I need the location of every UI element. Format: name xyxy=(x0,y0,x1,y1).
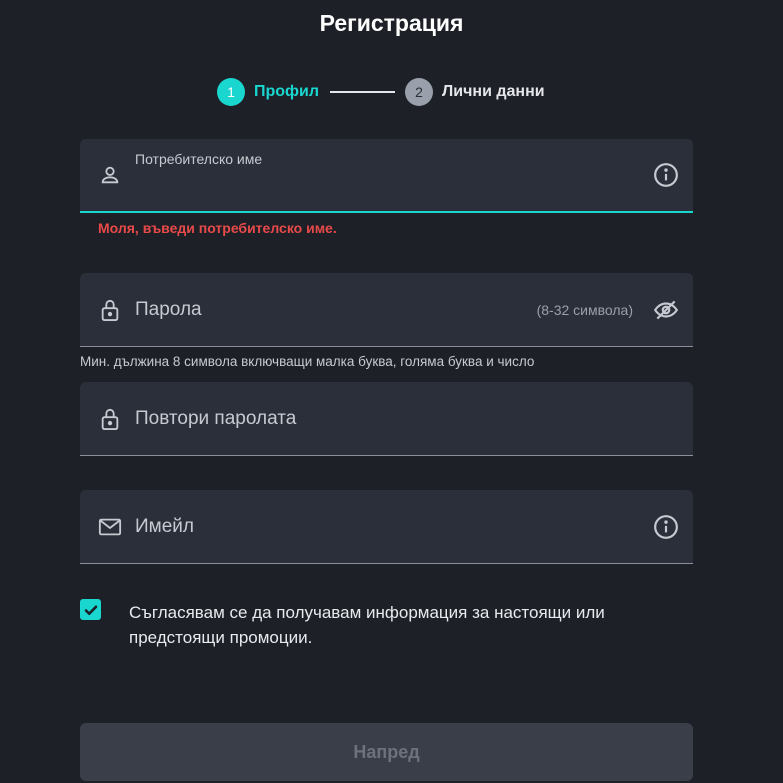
step-2-indicator: 2 xyxy=(405,78,434,106)
info-icon[interactable] xyxy=(653,514,679,540)
username-label: Потребителско име xyxy=(135,151,263,167)
password-helper-text: Мин. дължина 8 символа включващи малка б… xyxy=(80,354,535,369)
info-icon[interactable] xyxy=(653,162,679,188)
repeat-password-label: Повтори паролата xyxy=(135,407,297,429)
password-length-hint: (8-32 символа) xyxy=(536,301,633,318)
username-error-message: Моля, въведи потребителско име. xyxy=(98,220,337,236)
step-connector xyxy=(330,91,396,93)
username-field[interactable]: Потребителско име xyxy=(80,139,693,213)
repeat-password-field[interactable]: Повтори паролата xyxy=(80,382,693,456)
stepper: 1 Профил 2 Лични данни xyxy=(217,77,545,107)
registration-page: Регистрация 1 Профил 2 Лични данни Потре… xyxy=(0,0,783,783)
consent-text: Съгласявам се да получавам информация за… xyxy=(129,603,605,647)
consent-checkbox[interactable] xyxy=(80,599,101,620)
password-field[interactable]: Парола (8-32 символа) xyxy=(80,273,693,347)
lock-icon xyxy=(98,298,122,322)
next-button[interactable]: Напред xyxy=(80,723,693,781)
user-icon xyxy=(98,163,122,187)
step-1-label: Профил xyxy=(254,83,320,100)
lock-icon xyxy=(98,407,122,431)
email-label: Имейл xyxy=(135,515,194,537)
checkmark-icon xyxy=(84,605,97,615)
step-2-label: Лични данни xyxy=(442,83,545,100)
eye-off-icon[interactable] xyxy=(653,297,679,323)
email-field[interactable]: Имейл xyxy=(80,490,693,564)
step-1-indicator: 1 xyxy=(217,78,245,106)
password-label: Парола xyxy=(135,298,202,320)
mail-icon xyxy=(98,515,122,539)
page-title: Регистрация xyxy=(319,10,464,36)
